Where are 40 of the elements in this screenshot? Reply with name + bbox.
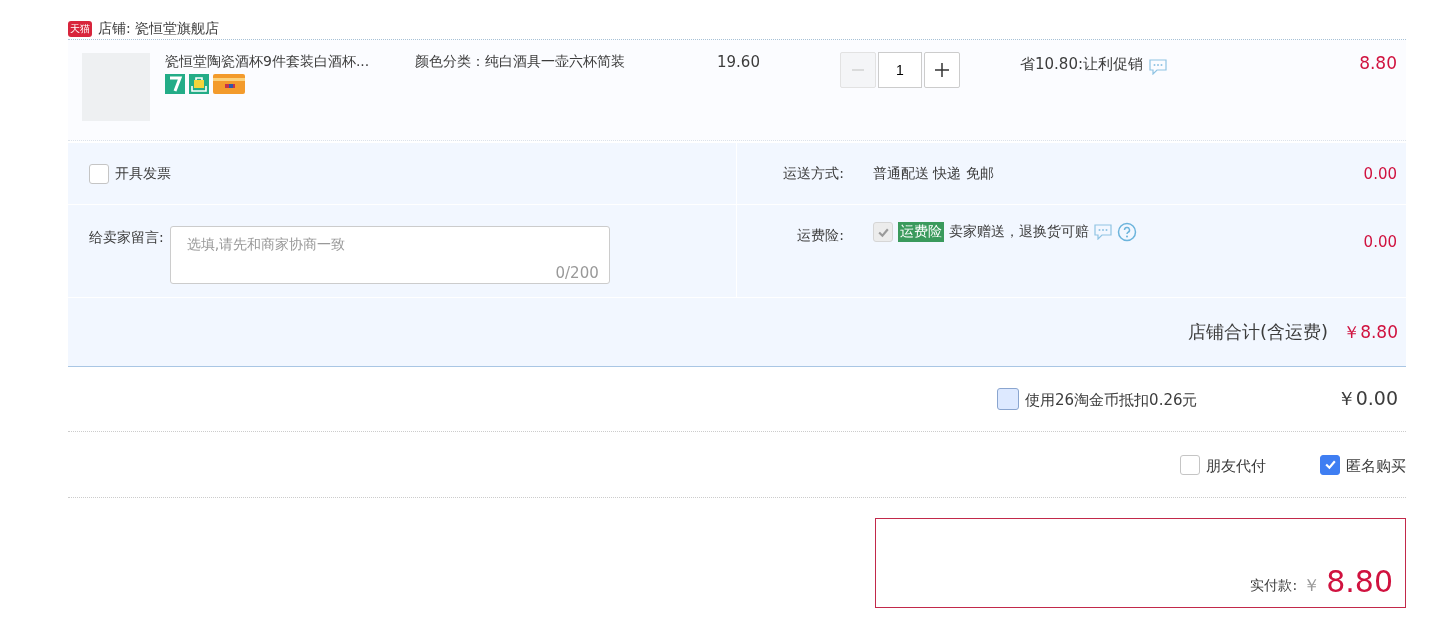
store-badge: 天猫: [68, 20, 92, 37]
insurance-label: 运费险:: [796, 227, 844, 245]
option-label[interactable]: 朋友代付: [1206, 457, 1266, 476]
credit-card-icon: [213, 74, 245, 94]
product-title[interactable]: 瓷恒堂陶瓷酒杯9件套装白酒杯...: [165, 53, 410, 71]
chat-bubble-icon[interactable]: [1094, 224, 1112, 240]
coins-label[interactable]: 使用26淘金币抵扣0.26元: [1025, 391, 1198, 410]
option-checkbox[interactable]: [1180, 454, 1200, 475]
option-checkbox[interactable]: [1320, 454, 1340, 475]
insurance-text: 卖家赠送，退换货可赔: [949, 223, 1089, 241]
shop-total-label: 店铺合计(含运费): [1188, 320, 1329, 344]
payment-amount: 8.80: [1326, 567, 1393, 597]
shopping-bag-icon: [189, 74, 209, 94]
item-total: 8.80: [1359, 53, 1397, 73]
shipping-label: 运送方式:: [782, 164, 844, 183]
currency-symbol: ￥: [1303, 574, 1321, 597]
memo-label: 给卖家留言:: [89, 229, 164, 247]
option-label[interactable]: 匿名购买: [1346, 457, 1406, 476]
seven-day-return-icon: [165, 74, 185, 94]
coins-discount: ￥0.00: [1336, 386, 1398, 411]
shop-name[interactable]: 店铺: 瓷恒堂旗舰店: [98, 19, 220, 38]
invoice-label[interactable]: 开具发票: [115, 164, 171, 183]
insurance-fee: 0.00: [1363, 233, 1397, 251]
invoice-checkbox[interactable]: [89, 163, 109, 184]
unit-price: 19.60: [717, 53, 761, 71]
chat-bubble-icon[interactable]: [1149, 59, 1167, 75]
payment-label: 实付款:: [1250, 577, 1298, 595]
shop-total-amount: ￥8.80: [1343, 320, 1398, 344]
plus-icon: [934, 62, 950, 78]
insurance-tag: 运费险: [898, 222, 944, 242]
quantity-field[interactable]: 1: [878, 52, 922, 88]
discount-text: 省10.80:让利促销: [1020, 54, 1143, 74]
product-variant: 颜色分类：纯白酒具一壶六杯简装: [415, 53, 626, 71]
coins-checkbox[interactable]: [997, 388, 1019, 410]
help-icon[interactable]: [1117, 222, 1137, 242]
shipping-fee: 0.00: [1363, 164, 1397, 183]
shipping-method: 普通配送 快递 免邮: [873, 164, 994, 183]
character-counter: 0/200: [555, 264, 599, 282]
check-icon: [1323, 458, 1337, 471]
increase-button[interactable]: [924, 52, 960, 88]
